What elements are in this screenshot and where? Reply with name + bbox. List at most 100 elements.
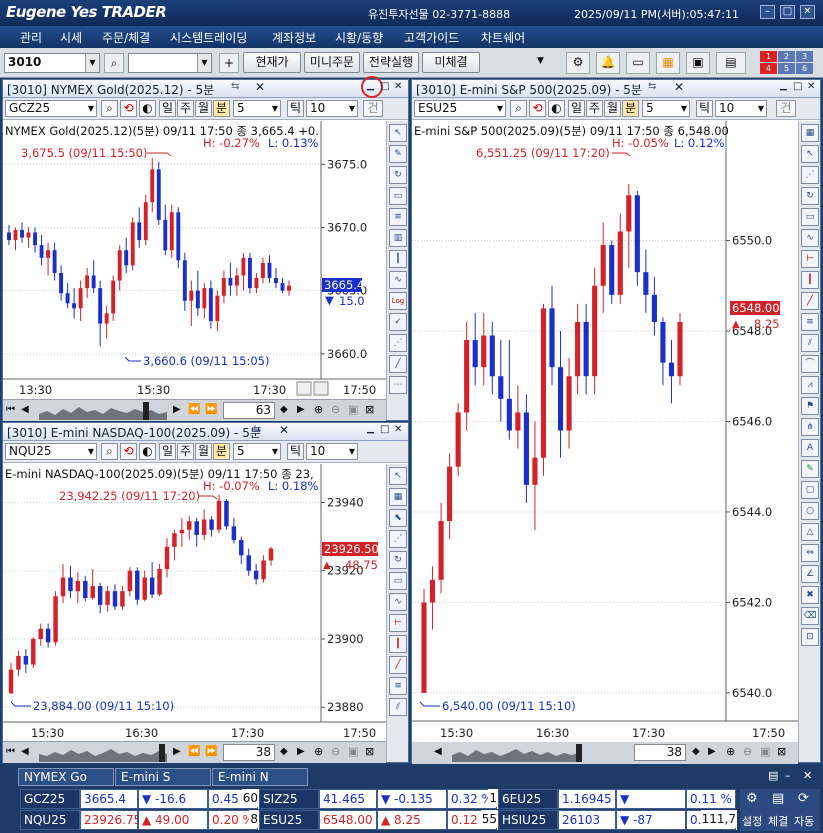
tool-hline-icon[interactable]: ⊢ [389, 614, 407, 632]
menu-guide[interactable]: 고객가이드 [404, 29, 459, 46]
menu-system-trading[interactable]: 시스템트레이딩 [170, 29, 247, 46]
close-icon[interactable]: ✕ [394, 424, 402, 435]
close-tab-icon[interactable]: ✕ [279, 423, 289, 437]
refresh-icon[interactable]: ⟲ [529, 100, 546, 117]
scroll-thumb[interactable] [159, 744, 165, 762]
period-week[interactable]: 주 [177, 443, 194, 460]
link-icon[interactable]: ⇆ [253, 424, 261, 435]
window-list-icon[interactable]: ▤ [768, 769, 778, 782]
tool-hline-icon[interactable]: ⊢ [801, 250, 819, 268]
menu-quotes[interactable]: 시세 [60, 29, 82, 46]
tool-indicator-icon[interactable]: ∿ [389, 271, 407, 289]
zoom-count[interactable]: 63 [223, 402, 275, 419]
chart-scrollbar[interactable]: ⏮ ◀ ▶ ⏪ ⏩ 63 ◆ ▶ ⊕ ⊖ ▣ ⊠ [3, 399, 386, 421]
minute-combo[interactable]: 5 ▼ [233, 443, 281, 460]
gear-icon[interactable]: ⚙ [566, 52, 590, 74]
notify-icon[interactable]: 🔔 [596, 52, 620, 74]
close-icon[interactable]: ✕ [807, 81, 815, 92]
window-tab-nasdaq[interactable]: E-mini N [212, 768, 308, 786]
period-day[interactable]: 일 [568, 100, 585, 117]
tool-log-icon[interactable]: Log [389, 292, 407, 310]
tick-label[interactable]: 틱 [287, 100, 304, 117]
badge-3[interactable]: 3 [796, 51, 813, 62]
scroll-right-icon[interactable]: ▶ [173, 404, 181, 415]
pencil-icon[interactable] [296, 381, 312, 396]
tool-measure-icon[interactable]: ⇔ [801, 544, 819, 562]
tool-channel-icon[interactable]: ⫽ [801, 334, 819, 352]
period-month[interactable]: 월 [604, 100, 621, 117]
tool-arc-icon[interactable]: ⌒ [801, 355, 819, 373]
badge-1[interactable]: 1 [760, 51, 777, 62]
tool-cursor-icon[interactable]: ↖ [389, 467, 407, 485]
badge-4[interactable]: 4 [760, 63, 777, 74]
tool-grid-icon[interactable]: ▦ [801, 124, 819, 142]
period-minute[interactable]: 분 [213, 443, 230, 460]
screen-number-combo[interactable]: 3010 ▼ [4, 53, 100, 73]
minute-combo[interactable]: 5 ▼ [233, 100, 281, 117]
tool-cycle-icon[interactable]: ↻ [801, 187, 819, 205]
tool-window-icon[interactable]: ▭ [389, 572, 407, 590]
minimize-icon[interactable]: – [760, 5, 775, 19]
period-week[interactable]: 주 [586, 100, 603, 117]
zoom-minus-icon[interactable]: ⊖ [743, 745, 752, 758]
zoom-out-icon[interactable]: ◆ [280, 404, 288, 415]
tool-cursor-icon[interactable]: ↖ [801, 145, 819, 163]
scroll-right-icon[interactable]: ▶ [173, 746, 181, 757]
tool-triangle-icon[interactable]: △ [801, 523, 819, 541]
tool-pen-icon[interactable]: ✎ [801, 460, 819, 478]
menu-chart-share[interactable]: 차트쉐어 [481, 29, 525, 46]
tool-fibo-icon[interactable]: ≡ [801, 313, 819, 331]
close-icon[interactable]: ✕ [394, 81, 402, 92]
tool-trend-icon[interactable]: ╱ [389, 355, 407, 373]
link-icon[interactable]: ⇆ [648, 81, 656, 92]
current-price-button[interactable]: 현재가 [243, 52, 301, 73]
tick-combo[interactable]: 10 ▼ [306, 100, 358, 117]
scroll-left-icon[interactable]: ◀ [434, 746, 442, 757]
tool-fibo-icon[interactable]: ≡ [389, 677, 407, 695]
tool-pattern-icon[interactable]: ⋰ [389, 530, 407, 548]
monitor-icon[interactable]: ▭ [626, 52, 650, 74]
tool-text-icon[interactable]: A [801, 439, 819, 457]
period-minute[interactable]: 분 [622, 100, 639, 117]
close-tab-icon[interactable]: ✕ [674, 80, 684, 94]
symbol-combo[interactable]: NQU25 ▼ [5, 443, 97, 460]
period-month[interactable]: 월 [195, 100, 212, 117]
toolbar-scroll-icon[interactable]: ▼ [537, 56, 544, 66]
chart-scrollbar[interactable]: ⏮ ◀ ▶ ⏪ ⏩ 38 ◆ ▶ ⊕ ⊖ ▣ ⊠ [3, 741, 386, 763]
zoom-plus-icon[interactable]: ⊕ [726, 745, 735, 758]
save-screen-icon[interactable]: ▣ [686, 52, 710, 74]
scroll-next-icon[interactable]: ⏩ [205, 404, 217, 415]
tool-flag-icon[interactable]: ⚑ [801, 397, 819, 415]
scroll-left-icon[interactable]: ◀ [21, 404, 29, 415]
zoom-in-icon[interactable]: ▶ [297, 404, 305, 415]
zoom-out-icon[interactable]: ◆ [692, 746, 700, 757]
settings-button[interactable]: 설정 [742, 813, 762, 829]
close-icon[interactable]: ✕ [800, 5, 815, 19]
tool-angle-icon[interactable]: ∠ [801, 565, 819, 583]
tool-check-icon[interactable]: ✓ [389, 313, 407, 331]
quote-symbol[interactable]: SIZ25 [259, 789, 319, 809]
settings-icon[interactable]: ⚙ [746, 791, 758, 806]
quote-symbol[interactable]: ESU25 [259, 810, 319, 830]
reset-icon[interactable]: ⊠ [365, 745, 374, 758]
tool-pattern-icon[interactable]: ⋰ [801, 166, 819, 184]
zoom-icon[interactable] [313, 381, 329, 396]
minimize-icon[interactable]: ▁ [367, 81, 374, 91]
compare-icon[interactable]: ◐ [139, 100, 156, 117]
zoom-count[interactable]: 38 [223, 744, 275, 761]
scroll-thumb[interactable] [143, 402, 149, 420]
screen-list-combo[interactable]: ▼ [128, 53, 212, 73]
quote-symbol[interactable]: NQU25 [20, 810, 80, 830]
tool-vline-icon[interactable]: ┃ [389, 635, 407, 653]
tool-trend-icon[interactable]: ╱ [389, 656, 407, 674]
restore-icon[interactable]: ▣ [760, 745, 770, 758]
layout-grid-icon[interactable]: ▦ [656, 52, 680, 74]
restore-icon[interactable]: ▣ [348, 403, 358, 416]
chart-scrollbar[interactable]: ◀ 38 ◆ ▶ ⊕ ⊖ ▣ ⊠ [412, 742, 798, 764]
jump-button[interactable]: 건 [363, 100, 383, 117]
close-icon[interactable]: ✕ [803, 769, 812, 782]
period-month[interactable]: 월 [195, 443, 212, 460]
unfilled-button[interactable]: 미체결 [422, 52, 480, 73]
search-icon[interactable]: ⌕ [104, 53, 124, 73]
fills-button[interactable]: 체결 [768, 813, 788, 829]
